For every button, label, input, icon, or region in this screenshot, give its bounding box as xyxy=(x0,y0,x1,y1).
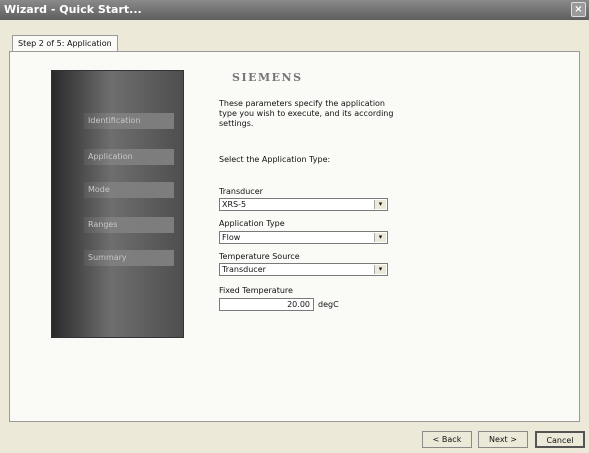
transducer-value: XRS-5 xyxy=(222,200,247,209)
step-ranges: Ranges xyxy=(84,217,174,233)
transducer-label: Transducer xyxy=(219,187,263,196)
application-type-label: Application Type xyxy=(219,219,285,228)
description-text: These parameters specify the application… xyxy=(219,99,394,128)
tab-application[interactable]: Step 2 of 5: Application xyxy=(12,35,118,52)
dropdown-arrow-icon[interactable]: ▾ xyxy=(374,200,386,209)
fixed-temperature-label: Fixed Temperature xyxy=(219,286,293,295)
application-type-select[interactable]: Flow ▾ xyxy=(219,231,388,244)
cancel-button[interactable]: Cancel xyxy=(535,431,585,448)
application-type-value: Flow xyxy=(222,233,241,242)
step-summary: Summary xyxy=(84,250,174,266)
select-prompt: Select the Application Type: xyxy=(219,155,331,164)
close-button[interactable]: × xyxy=(571,2,586,17)
temperature-source-value: Transducer xyxy=(222,265,266,274)
window-title: Wizard - Quick Start... xyxy=(4,3,142,16)
next-button[interactable]: Next > xyxy=(478,431,528,448)
step-identification: Identification xyxy=(84,113,174,129)
dropdown-arrow-icon[interactable]: ▾ xyxy=(374,233,386,242)
temperature-source-label: Temperature Source xyxy=(219,252,300,261)
temperature-source-select[interactable]: Transducer ▾ xyxy=(219,263,388,276)
close-icon: × xyxy=(574,4,583,15)
step-mode: Mode xyxy=(84,182,174,198)
steps-sidebar: Identification Application Mode Ranges S… xyxy=(51,70,184,338)
transducer-select[interactable]: XRS-5 ▾ xyxy=(219,198,388,211)
back-button[interactable]: < Back xyxy=(422,431,472,448)
step-application: Application xyxy=(84,149,174,165)
temperature-unit: degC xyxy=(318,300,339,309)
window-titlebar: Wizard - Quick Start... × xyxy=(0,0,589,20)
dropdown-arrow-icon[interactable]: ▾ xyxy=(374,265,386,274)
wizard-panel: Identification Application Mode Ranges S… xyxy=(9,51,580,422)
siemens-logo: SIEMENS xyxy=(232,71,303,84)
fixed-temperature-input[interactable]: 20.00 xyxy=(219,298,314,311)
